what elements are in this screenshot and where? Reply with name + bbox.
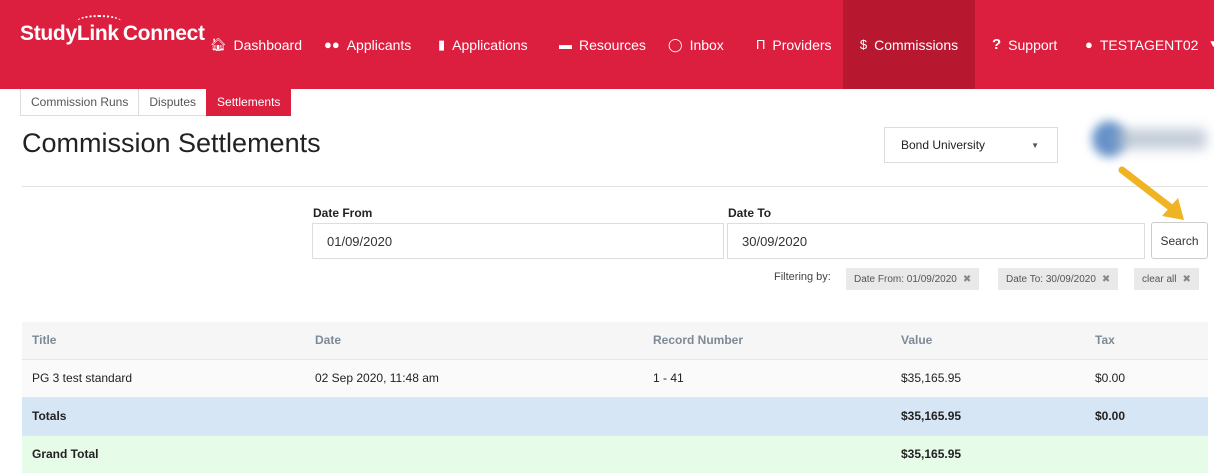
table-row[interactable]: PG 3 test standard 02 Sep 2020, 11:48 am… [22, 358, 1208, 397]
cell-record: 1 - 41 [643, 358, 891, 397]
user-icon: ● [1085, 37, 1093, 52]
dollar-icon: $ [859, 37, 868, 52]
date-to-label: Date To [728, 206, 772, 220]
nav-applications-label: Applications [452, 36, 528, 53]
header-tax[interactable]: Tax [1085, 322, 1208, 359]
caret-down-icon: ▼ [1208, 39, 1214, 50]
date-from-input[interactable]: 01/09/2020 [312, 223, 724, 259]
totals-tax: $0.00 [1085, 396, 1208, 435]
file-icon: ▮ [438, 36, 446, 52]
chevron-down-icon: ▼ [1031, 140, 1039, 150]
filtering-by-label: Filtering by: [774, 271, 831, 283]
top-navbar: StudyLink Connect 🏠︎ Dashboard ●● Applic… [0, 0, 1214, 89]
nav-commissions[interactable]: $ Commissions [843, 0, 975, 89]
nav-support[interactable]: ? Support [992, 0, 1057, 89]
provider-logo-blurred [1086, 115, 1214, 163]
nav-inbox[interactable]: ◯ Inbox [668, 0, 724, 89]
search-button[interactable]: Search [1151, 222, 1208, 259]
page-title: Commission Settlements [22, 128, 321, 158]
nav-support-label: Support [1008, 36, 1058, 53]
cell-title: PG 3 test standard [22, 358, 305, 397]
nav-dashboard[interactable]: 🏠︎ Dashboard [210, 0, 302, 89]
tab-settlements[interactable]: Settlements [206, 89, 292, 116]
divider [22, 186, 1208, 187]
grand-total-empty [305, 434, 643, 473]
nav-dashboard-label: Dashboard [233, 36, 303, 53]
tab-disputes[interactable]: Disputes [138, 89, 208, 116]
commission-subtabs: Commission Runs Disputes Settlements [20, 89, 292, 116]
grand-total-value: $35,165.95 [891, 434, 1085, 473]
totals-value: $35,165.95 [891, 396, 1085, 435]
nav-applications[interactable]: ▮ Applications [438, 0, 528, 89]
cell-value: $35,165.95 [891, 358, 1085, 397]
nav-providers-label: Providers [772, 36, 832, 53]
table-header-row: Title Date Record Number Value Tax [22, 322, 1208, 359]
users-icon: ●● [324, 37, 340, 52]
studylink-connect-logo[interactable]: StudyLink Connect [20, 15, 205, 46]
brand-connect: Connect [122, 22, 205, 45]
totals-label: Totals [22, 396, 305, 435]
folder-icon: ▬ [559, 37, 572, 52]
nav-applicants[interactable]: ●● Applicants [324, 0, 411, 89]
filter-chip-date-to[interactable]: Date To: 30/09/2020 ✖ [998, 268, 1119, 290]
inbox-icon: ◯ [668, 36, 683, 52]
filter-chip-date-from-text: Date From: 01/09/2020 [854, 273, 957, 285]
close-icon[interactable]: ✖ [1182, 274, 1190, 285]
filter-chip-clear-all-text: clear all [1142, 273, 1177, 285]
provider-select[interactable]: Bond University ▼ [884, 127, 1058, 163]
nav-resources-label: Resources [579, 36, 646, 53]
settlements-table: Title Date Record Number Value Tax PG 3 … [22, 322, 1208, 473]
question-icon: ? [992, 36, 1002, 53]
tab-commission-runs[interactable]: Commission Runs [20, 89, 140, 116]
header-date[interactable]: Date [305, 322, 643, 359]
nav-providers[interactable]: Π Providers [756, 0, 832, 89]
annotation-arrow-icon [1118, 166, 1184, 220]
close-icon[interactable]: ✖ [1102, 274, 1110, 285]
header-value[interactable]: Value [891, 322, 1085, 359]
date-to-input[interactable]: 30/09/2020 [727, 223, 1145, 259]
close-icon[interactable]: ✖ [963, 274, 971, 285]
date-from-label: Date From [313, 206, 373, 220]
institution-icon: Π [756, 37, 766, 52]
header-title[interactable]: Title [22, 322, 305, 359]
filter-chip-clear-all[interactable]: clear all ✖ [1134, 268, 1199, 290]
logo-dots-arc [76, 15, 122, 29]
grand-total-empty [643, 434, 891, 473]
totals-row: Totals $35,165.95 $0.00 [22, 396, 1208, 435]
filter-chip-date-from[interactable]: Date From: 01/09/2020 ✖ [846, 268, 980, 290]
header-record-number[interactable]: Record Number [643, 322, 891, 359]
cell-tax: $0.00 [1085, 358, 1208, 397]
nav-commissions-label: Commissions [874, 36, 959, 53]
filter-chip-date-to-text: Date To: 30/09/2020 [1006, 273, 1096, 285]
totals-empty [305, 396, 643, 435]
nav-resources[interactable]: ▬ Resources [559, 0, 646, 89]
nav-user-label: TESTAGENT02 [1099, 36, 1199, 53]
grand-total-label: Grand Total [22, 434, 305, 473]
provider-select-value: Bond University [901, 138, 986, 152]
cell-date: 02 Sep 2020, 11:48 am [305, 358, 643, 397]
home-icon: 🏠︎ [210, 36, 227, 52]
grand-total-empty [1085, 434, 1208, 473]
totals-empty [643, 396, 891, 435]
grand-total-row: Grand Total $35,165.95 [22, 434, 1208, 473]
nav-inbox-label: Inbox [689, 36, 724, 53]
nav-user-menu[interactable]: ● TESTAGENT02 ▼ [1085, 0, 1214, 89]
nav-applicants-label: Applicants [346, 36, 412, 53]
